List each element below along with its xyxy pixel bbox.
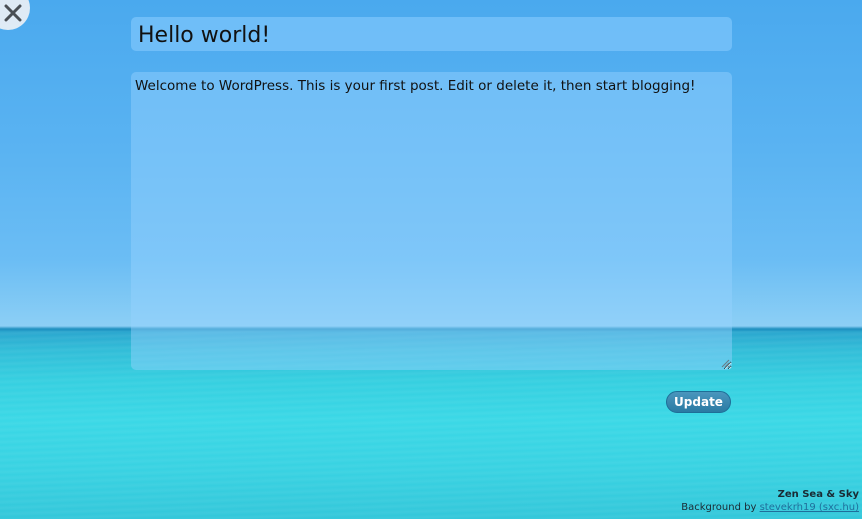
close-icon <box>4 4 22 22</box>
update-button[interactable]: Update <box>666 391 731 413</box>
post-title-input[interactable] <box>131 17 732 51</box>
resize-grip-icon[interactable] <box>721 359 730 368</box>
background-credit-prefix: Background by <box>681 502 760 513</box>
background-credit: Background by stevekrh19 (sxc.hu) <box>681 501 859 514</box>
close-button[interactable] <box>0 0 30 30</box>
theme-credits: Zen Sea & Sky Background by stevekrh19 (… <box>681 488 859 514</box>
post-content-textarea[interactable]: Welcome to WordPress. This is your first… <box>131 72 732 370</box>
background-credit-link[interactable]: stevekrh19 (sxc.hu) <box>760 502 859 513</box>
editor-screen: Welcome to WordPress. This is your first… <box>0 0 862 519</box>
theme-name: Zen Sea & Sky <box>777 489 859 500</box>
